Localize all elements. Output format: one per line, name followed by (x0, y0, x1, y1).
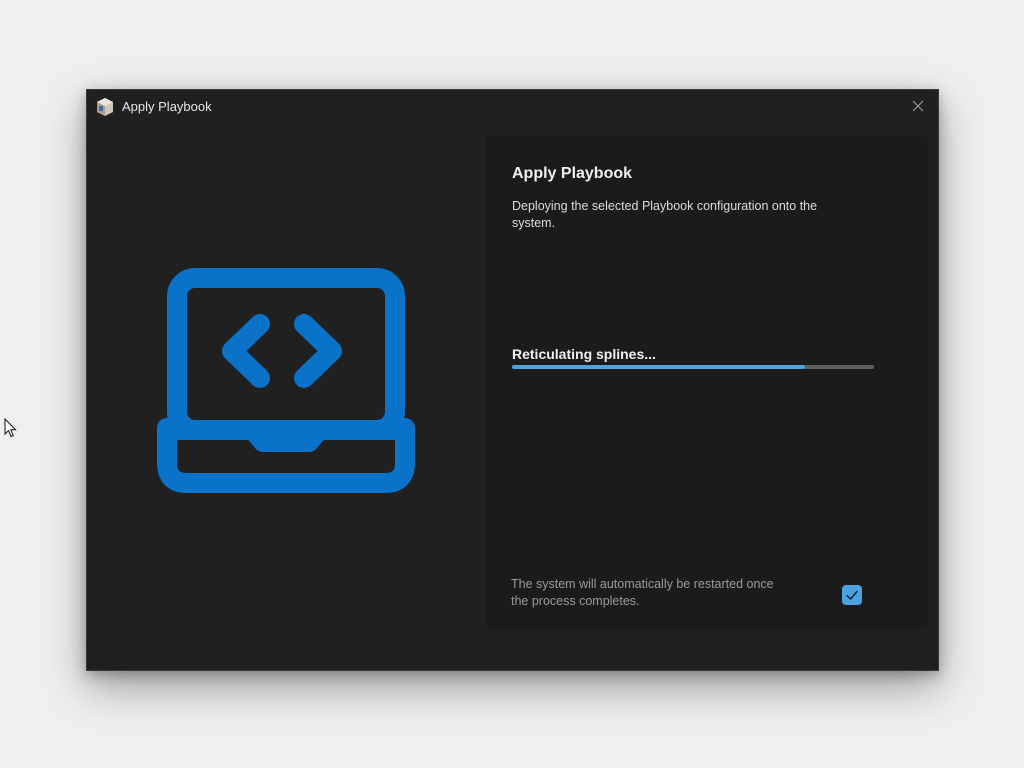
close-icon (912, 100, 924, 112)
progress-bar (512, 365, 874, 369)
restart-checkbox[interactable] (842, 585, 862, 605)
panel-title: Apply Playbook (512, 165, 633, 182)
progress-fill (512, 365, 806, 369)
title-bar[interactable]: Apply Playbook (87, 90, 938, 124)
restart-note: The system will automatically be restart… (511, 577, 774, 608)
apply-playbook-window: Apply Playbook Apply Playbook Deploying … (86, 89, 939, 671)
close-button[interactable] (908, 96, 928, 116)
content-panel: Apply Playbook Deploying the selected Pl… (485, 136, 928, 628)
checkmark-icon (846, 590, 858, 600)
window-title: Apply Playbook (122, 99, 212, 114)
playbook-app-icon (97, 98, 113, 116)
mouse-cursor-icon (4, 418, 17, 438)
panel-description: Deploying the selected Playbook configur… (512, 199, 818, 230)
laptop-code-icon (157, 268, 415, 493)
progress-status-text: Reticulating splines... (512, 346, 656, 362)
